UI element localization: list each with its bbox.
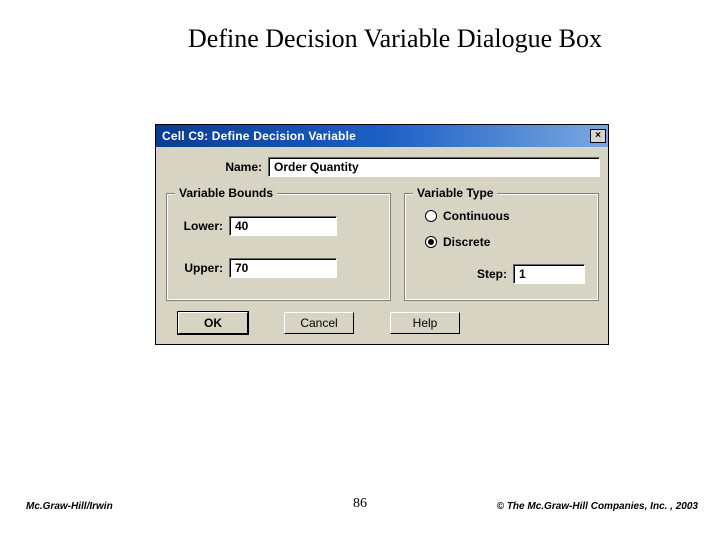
variable-bounds-legend: Variable Bounds: [175, 186, 277, 200]
step-row: Step:: [467, 264, 585, 284]
lower-bound-row: Lower:: [175, 216, 337, 236]
upper-bound-label: Upper:: [175, 261, 223, 275]
help-button[interactable]: Help: [390, 312, 460, 334]
footer-right: © The Mc.Graw-Hill Companies, Inc. , 200…: [497, 501, 698, 512]
upper-bound-input[interactable]: [229, 258, 337, 278]
radio-discrete-label: Discrete: [443, 235, 490, 249]
cancel-button[interactable]: Cancel: [284, 312, 354, 334]
radio-dot-icon: [428, 239, 434, 245]
define-decision-variable-dialog: Cell C9: Define Decision Variable × Name…: [155, 124, 609, 345]
close-icon: ×: [595, 131, 601, 141]
upper-bound-row: Upper:: [175, 258, 337, 278]
radio-discrete[interactable]: Discrete: [425, 235, 490, 249]
close-button[interactable]: ×: [590, 129, 606, 143]
step-input[interactable]: [513, 264, 585, 284]
radio-continuous[interactable]: Continuous: [425, 209, 510, 223]
radio-continuous-indicator: [425, 210, 437, 222]
radio-continuous-label: Continuous: [443, 209, 510, 223]
button-row: OK Cancel Help: [178, 312, 460, 334]
slide-title: Define Decision Variable Dialogue Box: [0, 24, 720, 54]
ok-button[interactable]: OK: [178, 312, 248, 334]
name-input[interactable]: [268, 157, 600, 177]
lower-bound-input[interactable]: [229, 216, 337, 236]
titlebar: Cell C9: Define Decision Variable ×: [156, 125, 608, 147]
variable-bounds-group: Variable Bounds Lower: Upper:: [166, 193, 391, 301]
step-label: Step:: [467, 267, 507, 281]
variable-type-legend: Variable Type: [413, 186, 497, 200]
dialog-client-area: Name: Variable Bounds Lower: Upper: Vari…: [156, 147, 608, 344]
lower-bound-label: Lower:: [175, 219, 223, 233]
titlebar-text: Cell C9: Define Decision Variable: [162, 129, 356, 143]
radio-discrete-indicator: [425, 236, 437, 248]
variable-type-group: Variable Type Continuous Discrete Step:: [404, 193, 599, 301]
name-label: Name:: [210, 160, 262, 174]
name-row: Name:: [210, 157, 600, 177]
